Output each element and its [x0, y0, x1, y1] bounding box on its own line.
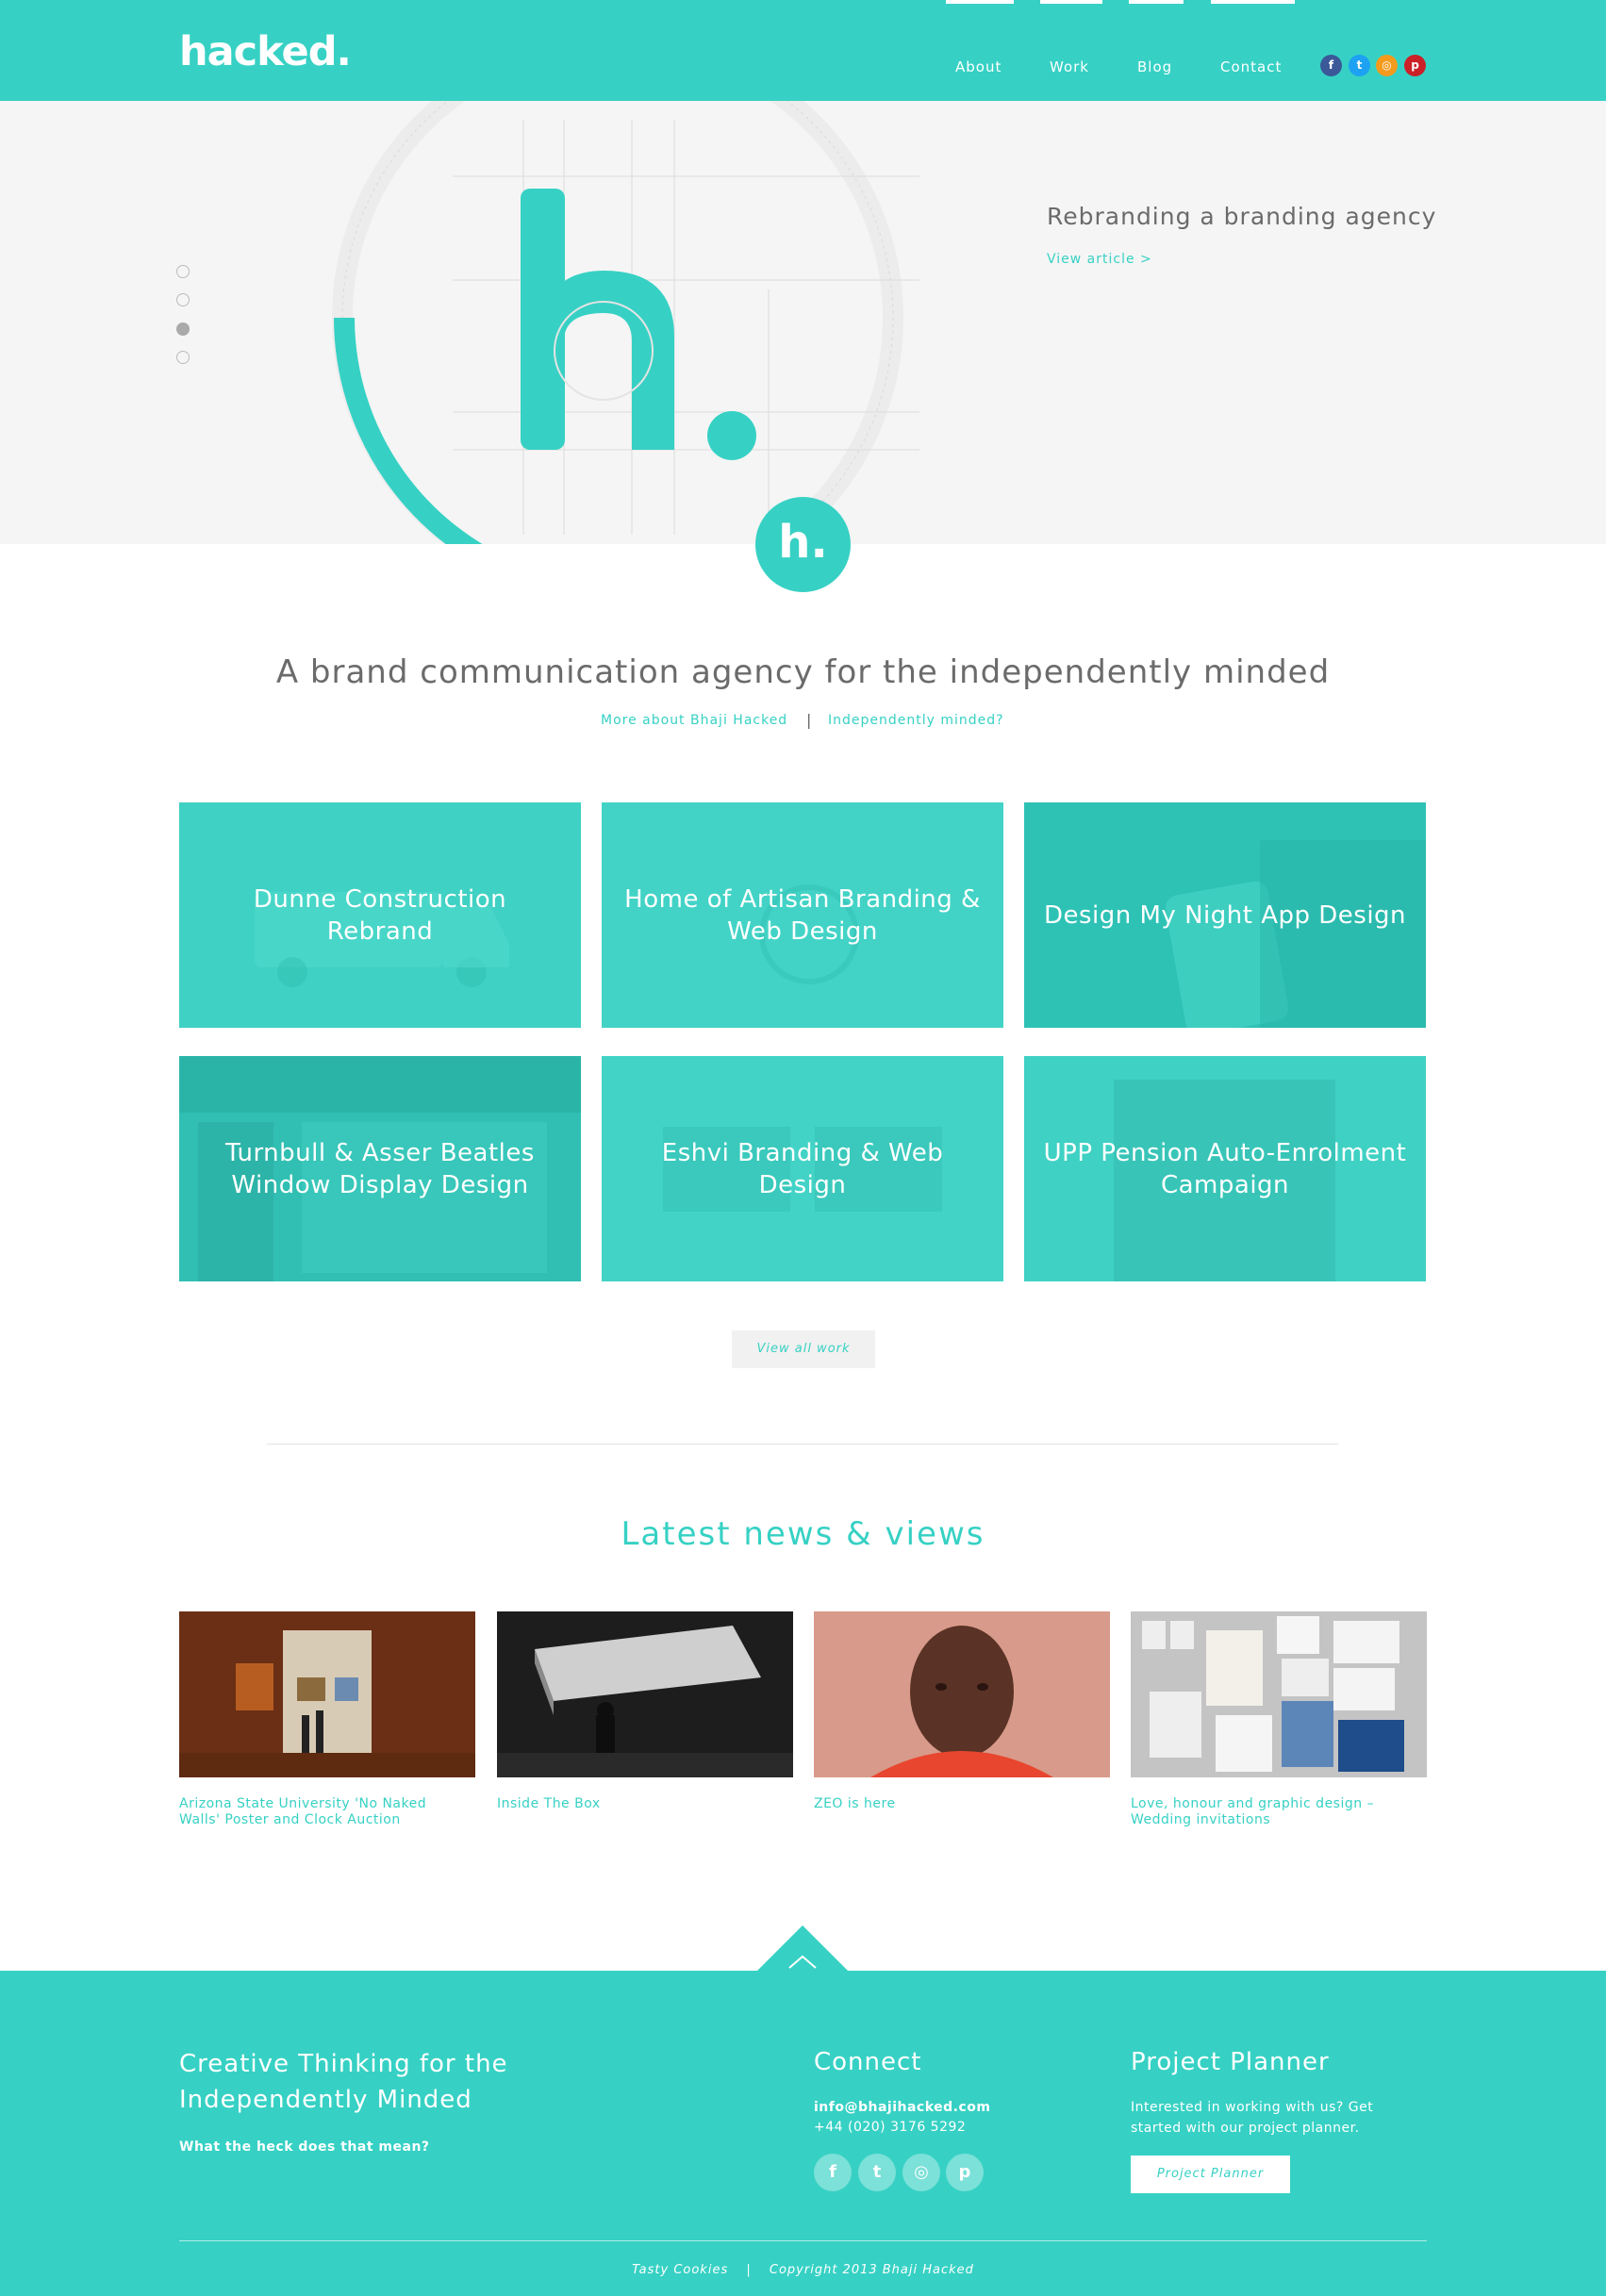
- news-title-arizona[interactable]: Arizona State University 'No Naked Walls…: [179, 1796, 462, 1828]
- rss-icon[interactable]: ◎: [1376, 55, 1398, 76]
- cookies-link[interactable]: Tasty Cookies: [632, 2263, 728, 2277]
- news-image-wedding[interactable]: [1131, 1611, 1427, 1777]
- pinterest-icon[interactable]: p: [946, 2154, 984, 2191]
- connect-heading: Connect: [814, 2048, 922, 2076]
- copyright-bar: Tasty Cookies | Copyright 2013 Bhaji Hac…: [0, 2263, 1606, 2277]
- view-article-link[interactable]: View article >: [1047, 252, 1152, 267]
- slide-dot-2[interactable]: [176, 293, 190, 306]
- work-tile-upp[interactable]: UPP Pension Auto-Enrolment Campaign: [1024, 1056, 1426, 1281]
- nav-about[interactable]: About: [955, 58, 1002, 75]
- twitter-icon[interactable]: t: [1349, 55, 1370, 76]
- work-tile-dunne[interactable]: Dunne Construction Rebrand: [179, 802, 581, 1028]
- news-title-zeo[interactable]: ZEO is here: [814, 1796, 1097, 1812]
- hero-slider: Rebranding a branding agency View articl…: [0, 101, 1606, 544]
- slide-dot-1[interactable]: [176, 265, 190, 278]
- news-image-zeo[interactable]: [814, 1611, 1110, 1777]
- top-accent-bar: [1040, 0, 1102, 4]
- footer-divider: [179, 2240, 1427, 2241]
- facebook-icon[interactable]: f: [814, 2154, 852, 2191]
- work-tile-label: Dunne Construction Rebrand: [253, 884, 507, 946]
- rss-icon[interactable]: ◎: [902, 2154, 940, 2191]
- chevron-up-icon[interactable]: [786, 1947, 820, 1981]
- h-badge-logo: h.: [755, 497, 851, 592]
- work-tile-eshvi[interactable]: Eshvi Branding & Web Design: [602, 1056, 1003, 1281]
- box-photo: [497, 1611, 793, 1777]
- project-planner-text: Interested in working with us? Get start…: [1131, 2100, 1374, 2136]
- link-separator: |: [806, 711, 812, 729]
- work-tile-artisan[interactable]: Home of Artisan Branding & Web Design: [602, 802, 1003, 1028]
- news-title-wedding[interactable]: Love, honour and graphic design – Weddin…: [1131, 1796, 1414, 1828]
- top-accent-bar: [946, 0, 1014, 4]
- nav-work[interactable]: Work: [1050, 58, 1089, 75]
- footer-tagline-link[interactable]: What the heck does that mean?: [179, 2137, 430, 2157]
- slide-dot-3[interactable]: [176, 322, 190, 336]
- agency-tagline: A brand communication agency for the ind…: [275, 653, 1331, 691]
- gallery-photo: [179, 1611, 475, 1777]
- work-tile-label: UPP Pension Auto-Enrolment Campaign: [1043, 1138, 1407, 1199]
- view-all-work-button[interactable]: View all work: [732, 1330, 875, 1368]
- contact-email[interactable]: info@bhajihacked.com: [814, 2097, 991, 2118]
- work-tile-label: Design My Night App Design: [1043, 900, 1407, 930]
- copyright-text: Copyright 2013 Bhaji Hacked: [769, 2263, 974, 2277]
- top-accent-bar: [1211, 0, 1295, 4]
- section-divider: [267, 1444, 1338, 1445]
- project-planner-heading: Project Planner: [1131, 2048, 1330, 2076]
- independently-minded-link[interactable]: Independently minded?: [828, 713, 1004, 728]
- wedding-invites-photo: [1131, 1611, 1427, 1777]
- nav-contact[interactable]: Contact: [1220, 58, 1282, 75]
- hero-illustration: [332, 101, 919, 544]
- news-title-inside-the-box[interactable]: Inside The Box: [497, 1796, 780, 1812]
- pinterest-icon[interactable]: p: [1404, 55, 1426, 76]
- work-tile-designmynight[interactable]: Design My Night App Design: [1024, 802, 1426, 1028]
- top-accent-bar: [1129, 0, 1184, 4]
- work-tile-label: Eshvi Branding & Web Design: [661, 1138, 944, 1199]
- zeo-photo: [814, 1611, 1110, 1777]
- work-tile-turnbull[interactable]: Turnbull & Asser Beatles Window Display …: [179, 1056, 581, 1281]
- slide-dot-4[interactable]: [176, 351, 190, 364]
- work-tile-label: Turnbull & Asser Beatles Window Display …: [225, 1138, 535, 1199]
- footer-tagline: Creative Thinking for the Independently …: [179, 2050, 508, 2114]
- news-image-gallery[interactable]: [179, 1611, 475, 1777]
- site-logo[interactable]: hacked.: [179, 28, 352, 75]
- nav-blog[interactable]: Blog: [1137, 58, 1172, 75]
- twitter-icon[interactable]: t: [858, 2154, 896, 2191]
- hero-title: Rebranding a branding agency: [1047, 203, 1437, 230]
- news-heading: Latest news & views: [621, 1515, 985, 1553]
- footer-separator: |: [746, 2263, 752, 2277]
- news-image-box[interactable]: [497, 1611, 793, 1777]
- work-tile-label: Home of Artisan Branding & Web Design: [624, 884, 981, 946]
- project-planner-button[interactable]: Project Planner: [1131, 2156, 1290, 2193]
- facebook-icon[interactable]: f: [1320, 55, 1342, 76]
- contact-phone: +44 (020) 3176 5292: [814, 2120, 967, 2135]
- more-about-link[interactable]: More about Bhaji Hacked: [601, 713, 787, 728]
